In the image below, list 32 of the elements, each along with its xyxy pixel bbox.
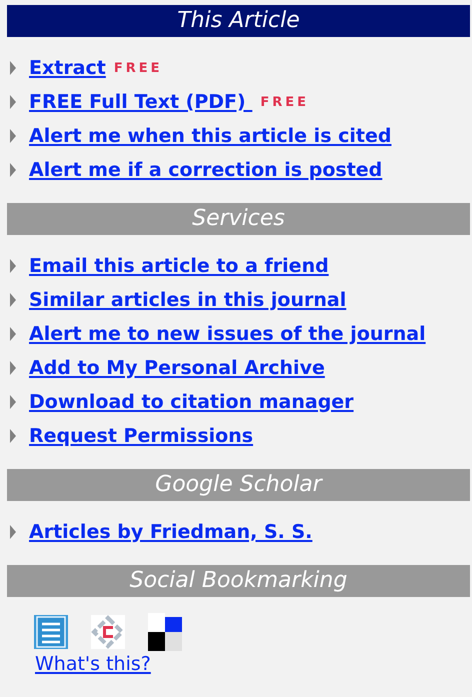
link[interactable]: Alert me if a correction is posted: [29, 160, 382, 180]
link[interactable]: Download to citation manager: [29, 392, 354, 412]
arrow-icon: [9, 162, 17, 178]
section-header: Services: [7, 203, 470, 235]
link[interactable]: Add to My Personal Archive: [29, 358, 325, 378]
whats-this-link[interactable]: What's this?: [35, 653, 151, 677]
link[interactable]: Similar articles in this journal: [29, 290, 346, 310]
free-label: FREE: [114, 62, 163, 74]
arrow-icon: [9, 524, 17, 540]
free-label: FREE: [260, 96, 309, 108]
arrow-icon: [9, 258, 17, 274]
link[interactable]: Alert me to new issues of the journal: [29, 324, 426, 344]
link[interactable]: FREE Full Text (PDF): [29, 92, 252, 112]
list-icon: [34, 615, 68, 649]
section-header: Social Bookmarking: [7, 565, 470, 597]
link[interactable]: Extract: [29, 58, 106, 78]
squares-logo-icon: [148, 613, 182, 651]
link[interactable]: Articles by Friedman, S. S.: [29, 522, 312, 542]
link[interactable]: Email this article to a friend: [29, 256, 329, 276]
arrow-icon: [9, 60, 17, 76]
arrow-icon: [9, 326, 17, 342]
link[interactable]: Request Permissions: [29, 426, 254, 446]
arrow-icon: [9, 360, 17, 376]
arrow-icon: [9, 94, 17, 110]
link[interactable]: Alert me when this article is cited: [29, 126, 392, 146]
arrow-icon: [9, 394, 17, 410]
bookmark-logo-icon: [91, 615, 125, 649]
arrow-icon: [9, 428, 17, 444]
arrow-icon: [9, 128, 17, 144]
section-header: This Article: [7, 5, 470, 37]
arrow-icon: [9, 292, 17, 308]
section-header: Google Scholar: [7, 469, 470, 501]
